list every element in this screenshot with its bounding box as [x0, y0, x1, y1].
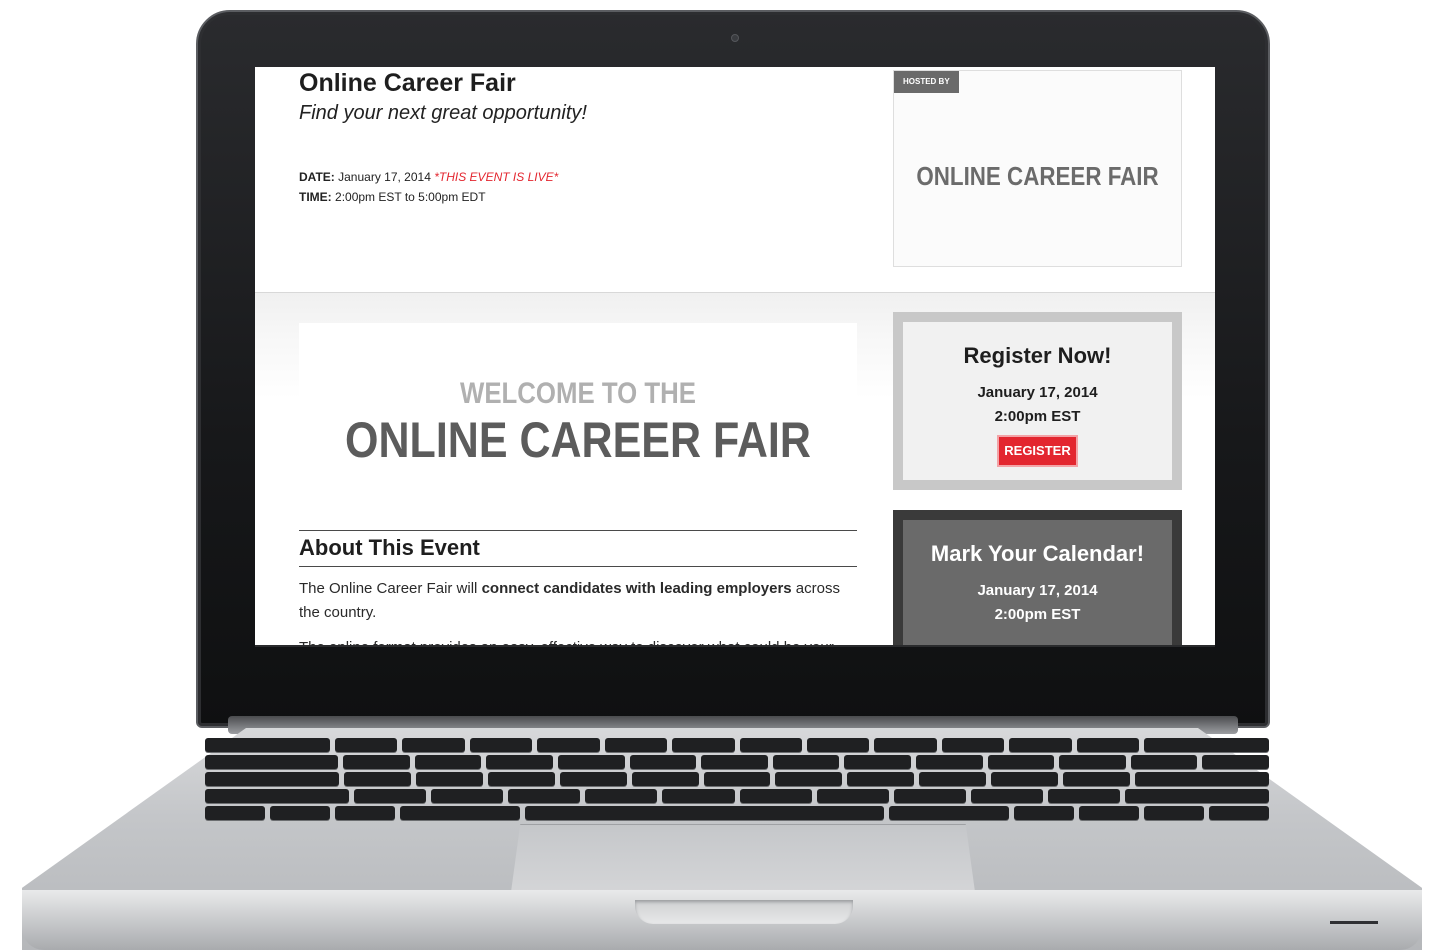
- host-box: HOSTED BY ONLINE CAREER FAIR: [893, 70, 1182, 267]
- calendar-card-title: Mark Your Calendar!: [930, 541, 1145, 566]
- about-rule-bottom: [299, 566, 857, 567]
- register-button[interactable]: REGISTER: [997, 435, 1078, 467]
- register-card-date: January 17, 2014: [977, 384, 1098, 401]
- trackpad: [511, 824, 975, 892]
- register-card-time: 2:00pm EST: [994, 408, 1081, 425]
- calendar-card-time: 2:00pm EST: [994, 606, 1081, 623]
- keyboard: [205, 738, 1270, 820]
- register-card-title: Register Now!: [963, 343, 1112, 368]
- about-rule-top: [299, 530, 857, 531]
- welcome-banner: WELCOME TO THE ONLINE CAREER FAIR: [299, 323, 857, 513]
- webcam-icon: [731, 34, 739, 42]
- event-tagline: Find your next great opportunity!: [299, 102, 587, 124]
- time-value: 2:00pm EST to 5:00pm EDT: [335, 190, 486, 204]
- hosted-by-tag: HOSTED BY: [894, 71, 959, 93]
- time-label: TIME:: [299, 190, 332, 204]
- date-value: January 17, 2014: [338, 170, 431, 184]
- screen: Online Career Fair Find your next great …: [255, 67, 1215, 647]
- welcome-subtitle: WELCOME TO THE: [459, 377, 697, 410]
- lid-notch: [635, 900, 853, 924]
- event-title: Online Career Fair: [299, 69, 516, 97]
- welcome-title: ONLINE CAREER FAIR: [345, 412, 811, 468]
- status-light: [1330, 921, 1378, 924]
- register-card: Register Now! January 17, 2014 2:00pm ES…: [893, 312, 1182, 490]
- live-badge: *THIS EVENT IS LIVE*: [434, 170, 559, 184]
- calendar-card[interactable]: Mark Your Calendar! January 17, 2014 2:0…: [893, 510, 1182, 645]
- date-label: DATE:: [299, 170, 335, 184]
- event-time-line: TIME: 2:00pm EST to 5:00pm EDT: [299, 190, 486, 204]
- about-text-bold: connect candidates with leading employer…: [481, 580, 792, 597]
- about-paragraph-1: The Online Career Fair will connect cand…: [299, 577, 859, 625]
- event-date-line: DATE: January 17, 2014 *THIS EVENT IS LI…: [299, 170, 558, 184]
- about-paragraph-2: The online format provides an easy, effe…: [299, 636, 859, 645]
- host-logo[interactable]: ONLINE CAREER FAIR: [914, 161, 1161, 192]
- about-heading: About This Event: [299, 535, 480, 560]
- about-text-start: The Online Career Fair will: [299, 580, 482, 597]
- calendar-card-date: January 17, 2014: [977, 582, 1098, 599]
